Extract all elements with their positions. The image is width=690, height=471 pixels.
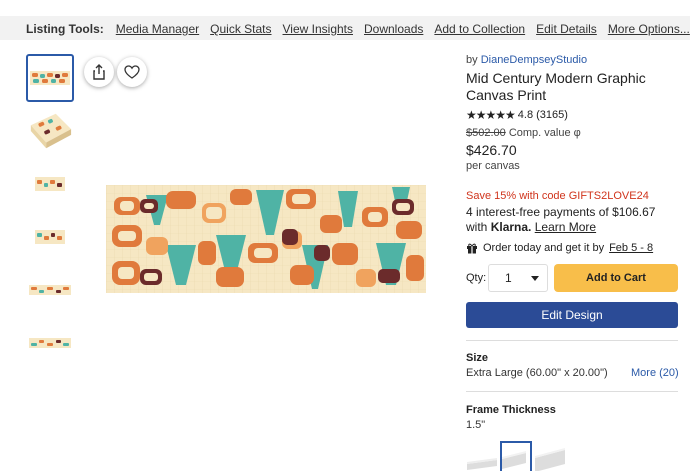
listing-tools-bar: Listing Tools: Media Manager Quick Stats… [0,0,690,40]
thumbnail-room-1-art [35,177,65,191]
klarna-logo: Klarna. [490,220,532,234]
divider [466,391,678,392]
share-button[interactable] [84,57,114,87]
info-icon[interactable]: φ [574,127,581,139]
review-count-link[interactable]: (3165) [536,109,568,121]
thumbnail-room-2[interactable] [26,213,74,261]
quantity-label: Qty: [466,272,487,284]
thumbnail-room-3[interactable] [26,266,74,314]
add-to-cart-button[interactable]: Add to Cart [554,264,678,292]
delivery-row: Order today and get it by Feb 5 - 8 [466,242,678,254]
thumbnail-room-4-art [29,338,71,348]
promo-text: Save 15% with code GIFTS2LOVE24 [466,190,649,202]
seller-link[interactable]: DianeDempseyStudio [481,54,587,66]
price-unit: per canvas [466,160,520,172]
frame-thickness-label: Frame Thickness [466,404,556,416]
quantity-row: Qty: 1 [466,264,548,292]
delivery-date-link[interactable]: Feb 5 - 8 [609,242,653,254]
edit-details-link[interactable]: Edit Details [536,22,597,36]
klarna-learn-more-link[interactable]: Learn More [535,220,596,234]
thumbnail-angle-art [30,113,72,149]
quantity-select[interactable]: 1 [488,264,548,292]
thumbnail-room-4[interactable] [26,319,74,367]
frame-option-thin[interactable] [466,441,498,471]
gift-icon [467,243,477,254]
thumbnail-front[interactable] [26,54,74,102]
media-manager-link[interactable]: Media Manager [116,22,199,36]
listing-tools: Listing Tools: Media Manager Quick Stats… [26,22,690,36]
delivery-text: Order today and get it by [483,242,605,254]
quantity-value: 1 [505,271,512,285]
thumbnail-angle[interactable] [26,107,74,155]
star-rating-icon: ★★★★★ [466,108,516,122]
edit-design-button[interactable]: Edit Design [466,302,678,328]
frame-thickness-value: 1.5" [466,419,486,431]
product-title: Mid Century Modern Graphic Canvas Print [466,70,646,103]
frame-thick-swatch [502,451,526,469]
compare-price-row: $502.00 Comp. value φ [466,127,678,139]
toolbar-top-spacer [0,0,690,16]
favorite-button[interactable] [117,57,147,87]
listing-tools-label: Listing Tools: [26,22,104,36]
view-insights-link[interactable]: View Insights [283,22,353,36]
frame-thickness-options [466,441,566,471]
sale-price: $426.70 [466,142,517,158]
add-to-collection-link[interactable]: Add to Collection [434,22,525,36]
by-prefix: by [466,54,478,66]
more-options-link[interactable]: More Options... [608,22,690,36]
quick-stats-link[interactable]: Quick Stats [210,22,271,36]
frame-option-thick[interactable] [500,441,532,471]
heart-icon [124,65,140,79]
divider [466,340,678,341]
compare-price: $502.00 [466,127,506,139]
rating-value: 4.8 [517,109,534,121]
klarna-row: 4 interest-free payments of $106.67 with… [466,205,678,235]
thumbnail-room-1[interactable] [26,160,74,208]
seller-line: by DianeDempseyStudio [466,54,678,66]
thumbnail-list [26,54,76,372]
chevron-down-icon [531,275,539,281]
frame-thin-swatch [467,458,497,470]
size-value: Extra Large (60.00" x 20.00") [466,367,608,379]
thumbnail-room-3-art [29,285,71,295]
canvas-art [106,185,426,293]
share-icon [93,64,105,80]
product-info: by DianeDempseyStudio Mid Century Modern… [466,54,678,254]
frame-option-extra-thick[interactable] [534,441,566,471]
thumbnail-room-2-art [35,230,65,244]
main-product-image [106,185,426,293]
compare-label: Comp. value [508,127,571,139]
size-label: Size [466,352,489,364]
thumbnail-art [30,71,70,85]
frame-extra-thick-swatch [535,448,565,471]
downloads-link[interactable]: Downloads [364,22,423,36]
size-more-link[interactable]: More (20) [631,367,679,379]
rating-row: ★★★★★ 4.8 (3165) [466,108,678,122]
